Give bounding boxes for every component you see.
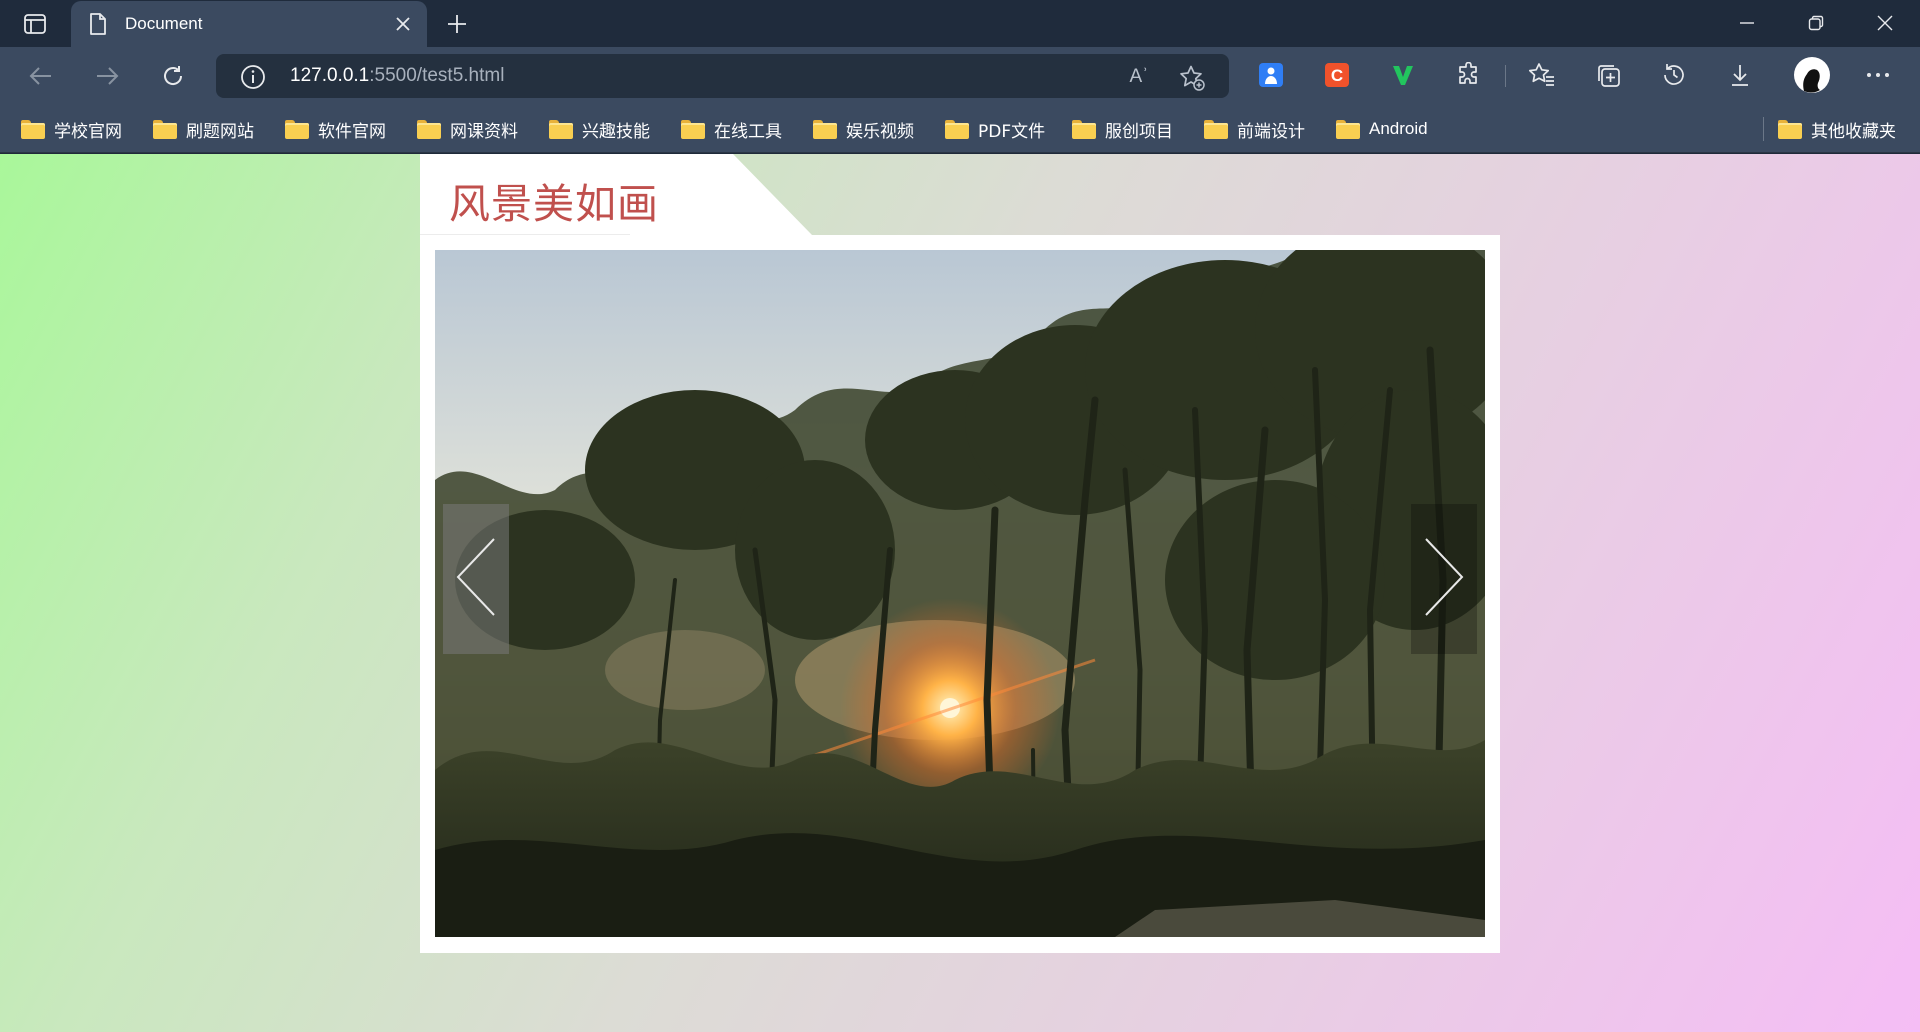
bookmark-folder[interactable]: PDF文件 [945, 115, 1045, 143]
bookmark-label: 学校官网 [54, 121, 122, 142]
collections-icon[interactable] [1593, 60, 1623, 90]
star-plus-icon[interactable] [1178, 64, 1205, 91]
restore-icon[interactable] [1782, 0, 1850, 46]
bookmarks-divider [1763, 117, 1764, 141]
bookmark-folder[interactable]: 娱乐视频 [813, 115, 914, 143]
tab-title: Document [125, 14, 203, 33]
favorites-icon[interactable] [1527, 60, 1557, 90]
bookmark-folder[interactable]: 在线工具 [681, 115, 782, 143]
bookmark-folder[interactable]: 网课资料 [417, 115, 518, 143]
refresh-icon[interactable] [154, 57, 192, 95]
puzzle-icon[interactable] [1454, 60, 1484, 90]
bookmark-label: 网课资料 [450, 121, 518, 142]
page-viewport: 风景美如画 [0, 154, 1920, 1032]
minimize-icon[interactable] [1713, 0, 1781, 46]
bookmark-folder[interactable]: 软件官网 [285, 115, 386, 143]
url-host: 127.0.0.1 [290, 65, 370, 86]
close-icon[interactable] [391, 12, 415, 36]
avatar[interactable] [1793, 56, 1831, 94]
slider-prev-button[interactable] [443, 504, 509, 654]
bookmark-label: 前端设计 [1237, 121, 1305, 142]
bookmark-label: 在线工具 [714, 121, 782, 142]
folder-icon [1204, 119, 1228, 139]
browser-tab[interactable]: Document [71, 1, 427, 47]
download-icon[interactable] [1725, 60, 1755, 90]
chevron-left-icon [454, 535, 498, 623]
page-title: 风景美如画 [449, 180, 659, 228]
bookmark-label: PDF文件 [978, 121, 1046, 142]
bookmark-label: 兴趣技能 [582, 121, 650, 142]
document-icon [89, 13, 107, 39]
bookmark-folder[interactable]: 刷题网站 [153, 115, 254, 143]
bookmark-folder[interactable]: 前端设计 [1204, 115, 1305, 143]
more-icon[interactable] [1863, 60, 1893, 90]
extension-v[interactable] [1389, 61, 1417, 89]
folder-icon [1336, 119, 1360, 139]
url-path: :5500/test5.html [369, 65, 505, 86]
folder-icon [549, 119, 573, 139]
bookmark-label: 娱乐视频 [846, 121, 914, 142]
bookmark-label: 其他收藏夹 [1811, 121, 1896, 142]
extension-c[interactable]: C [1323, 61, 1351, 89]
history-icon[interactable] [1659, 60, 1689, 90]
svg-text:C: C [1331, 66, 1343, 85]
folder-icon [1072, 119, 1096, 139]
close-window-icon[interactable] [1851, 0, 1919, 46]
plus-icon[interactable] [441, 9, 473, 39]
read-aloud-icon[interactable]: Aʾ [1126, 64, 1152, 90]
bookmark-folder[interactable]: 服创项目 [1072, 115, 1173, 143]
folder-icon [1778, 119, 1802, 139]
arrow-left-icon[interactable] [22, 57, 60, 95]
bookmark-label: 刷题网站 [186, 121, 254, 142]
bookmark-label: 服创项目 [1105, 121, 1173, 142]
bookmark-folder[interactable]: Android [1336, 115, 1428, 143]
address-bar[interactable]: 127.0.0.1:5500/test5.html Aʾ [216, 54, 1229, 98]
browser-toolbar: 127.0.0.1:5500/test5.html Aʾ C [0, 47, 1920, 105]
other-favorites-folder[interactable]: 其他收藏夹 [1778, 115, 1896, 143]
bookmark-label: 软件官网 [318, 121, 386, 142]
bookmark-folder[interactable]: 学校官网 [21, 115, 122, 143]
tab-strip: Document [0, 0, 1920, 47]
folder-icon [21, 119, 45, 139]
info-icon[interactable] [240, 64, 266, 94]
bookmark-label: Android [1369, 119, 1428, 138]
folder-icon [813, 119, 837, 139]
chevron-right-icon [1422, 535, 1466, 623]
bookmarks-bar: 学校官网 刷题网站 软件官网 网课资料 兴趣技能 在线工具 娱乐视频 PDF文件… [0, 105, 1920, 153]
slider-next-button[interactable] [1411, 504, 1477, 654]
extension-blue[interactable] [1257, 61, 1285, 89]
sunset-forest-photo [435, 250, 1485, 937]
folder-icon [153, 119, 177, 139]
folder-icon [945, 119, 969, 139]
folder-icon [681, 119, 705, 139]
bookmark-folder[interactable]: 兴趣技能 [549, 115, 650, 143]
url-text[interactable]: 127.0.0.1:5500/test5.html [290, 65, 504, 87]
toolbar-divider [1505, 65, 1506, 87]
arrow-right-icon[interactable] [88, 57, 126, 95]
folder-icon [285, 119, 309, 139]
tab-actions-icon[interactable] [16, 10, 54, 38]
folder-icon [417, 119, 441, 139]
